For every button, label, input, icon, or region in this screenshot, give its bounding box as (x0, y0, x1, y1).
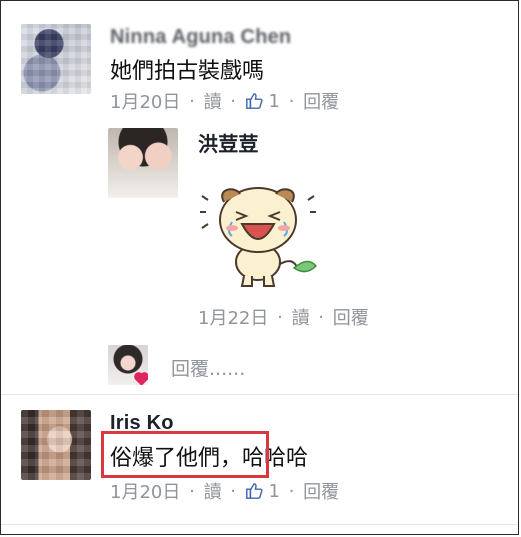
like-count: 1 (268, 90, 280, 112)
reply-commenter-name[interactable]: 洪荳荳 (198, 128, 259, 157)
comment-divider (1, 524, 518, 525)
read-link[interactable]: 讀 (292, 304, 310, 330)
reply-input[interactable]: 回覆...... (171, 354, 245, 381)
reply-link[interactable]: 回覆 (303, 88, 339, 114)
heart-icon (135, 373, 148, 385)
separator: · (288, 480, 295, 502)
separator: · (288, 90, 295, 112)
avatar[interactable] (21, 24, 91, 94)
comment-text: 她們拍古裝戲嗎 (110, 59, 265, 84)
reply-link[interactable]: 回覆 (303, 478, 339, 504)
separator: · (230, 480, 237, 502)
separator: · (318, 306, 325, 328)
commenter-name[interactable]: Ninna Aguna Chen (110, 26, 291, 49)
reply-meta: 1月22日 · 讀 · 回覆 (198, 304, 369, 330)
comment-meta: 1月20日 · 讀 · 1 · 回覆 (110, 88, 339, 114)
separator: · (189, 90, 195, 112)
read-link[interactable]: 讀 (204, 478, 222, 504)
thumbs-up-icon[interactable] (245, 482, 263, 500)
comment-divider (1, 394, 518, 395)
reply-date[interactable]: 1月22日 (198, 304, 268, 330)
thumbs-up-icon[interactable] (245, 92, 263, 110)
comment-date[interactable]: 1月20日 (110, 478, 180, 504)
separator: · (277, 306, 283, 328)
crying-laughing-dog-sticker (200, 187, 318, 287)
current-user-avatar (108, 345, 148, 385)
comment-date[interactable]: 1月20日 (110, 88, 180, 114)
comment-meta: 1月20日 · 讀 · 1 · 回覆 (110, 478, 339, 504)
like-count: 1 (268, 480, 280, 502)
separator: · (189, 480, 195, 502)
avatar[interactable] (21, 410, 91, 480)
read-link[interactable]: 讀 (204, 88, 222, 114)
reply-link[interactable]: 回覆 (333, 304, 369, 330)
separator: · (230, 90, 237, 112)
highlight-box (101, 431, 269, 478)
reply-avatar[interactable] (108, 128, 178, 198)
